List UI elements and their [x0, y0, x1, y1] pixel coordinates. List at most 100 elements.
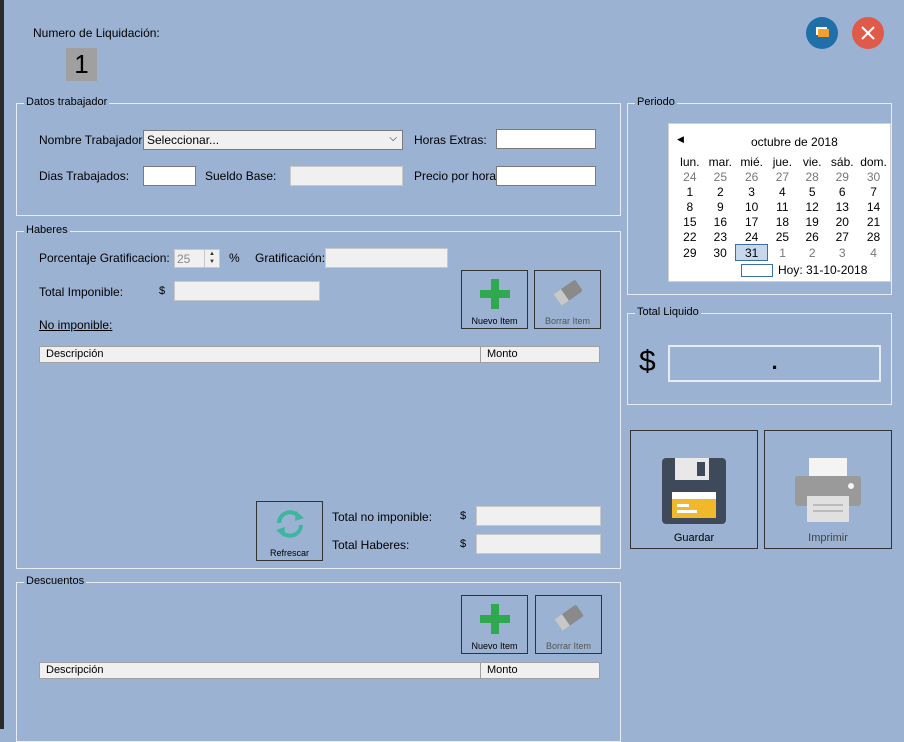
- currency-sign: $: [460, 538, 467, 550]
- calendar-day[interactable]: 15: [675, 214, 705, 229]
- sueldo-base-input[interactable]: [290, 166, 403, 186]
- month-calendar[interactable]: ◀ octubre de 2018 lun. mar. mié. jue. vi…: [668, 123, 891, 282]
- calendar-grid: lun. mar. mié. jue. vie. sáb. dom. 24 25…: [675, 154, 890, 261]
- today-marker: [741, 264, 773, 277]
- col-descripcion[interactable]: Descripción: [46, 348, 103, 360]
- calendar-day-selected[interactable]: 31: [735, 244, 768, 261]
- horas-extras-input[interactable]: [496, 129, 596, 149]
- calendar-day[interactable]: 11: [767, 199, 797, 214]
- refrescar-button[interactable]: Refrescar: [256, 501, 323, 561]
- chevron-down-icon: ⌵: [389, 133, 397, 144]
- calendar-day[interactable]: 27: [827, 229, 858, 245]
- calendar-day[interactable]: 19: [797, 214, 827, 229]
- calendar-day[interactable]: 30: [858, 169, 890, 184]
- haberes-title: Haberes: [24, 224, 70, 236]
- calendar-day[interactable]: 6: [827, 184, 858, 199]
- periodo-title: Periodo: [635, 96, 677, 108]
- guardar-button[interactable]: Guardar: [630, 430, 758, 549]
- calendar-day[interactable]: 17: [736, 214, 767, 229]
- no-imponible-link[interactable]: No imponible:: [39, 318, 112, 332]
- calendar-day[interactable]: 23: [705, 229, 736, 245]
- col-descripcion[interactable]: Descripción: [46, 664, 103, 676]
- col-monto[interactable]: Monto: [480, 347, 518, 362]
- total-no-imponible-label: Total no imponible:: [332, 510, 433, 524]
- calendar-day[interactable]: 24: [736, 229, 767, 245]
- total-liquido-value: .: [668, 345, 881, 382]
- calendar-day[interactable]: 30: [705, 245, 736, 261]
- plus-icon: [479, 279, 510, 309]
- eraser-icon: [554, 605, 583, 631]
- nombre-trabajador-label: Nombre Trabajador:: [39, 133, 146, 147]
- imprimir-button[interactable]: Imprimir: [764, 430, 892, 549]
- calendar-day[interactable]: 25: [705, 169, 736, 184]
- calendar-day[interactable]: 2: [797, 245, 827, 261]
- nuevo-item-label: Nuevo Item: [471, 641, 518, 651]
- descuentos-grid-header: Descripción Monto: [39, 662, 600, 679]
- calendar-day[interactable]: 5: [797, 184, 827, 199]
- porcentaje-stepper[interactable]: 25 ▲ ▼: [174, 249, 220, 268]
- prev-month-icon[interactable]: ◀: [677, 134, 684, 145]
- close-button[interactable]: [852, 17, 884, 49]
- calendar-day[interactable]: 14: [858, 199, 890, 214]
- calendar-day[interactable]: 4: [767, 184, 797, 199]
- stepper-arrows-icon[interactable]: ▲ ▼: [204, 250, 219, 267]
- total-imponible-label: Total Imponible:: [39, 285, 124, 299]
- weekday: mar.: [708, 154, 732, 169]
- descuentos-borrar-item-button[interactable]: Borrar Item: [535, 595, 602, 654]
- calendar-day[interactable]: 3: [827, 245, 858, 261]
- weekday: sáb.: [830, 154, 854, 169]
- calendar-day[interactable]: 3: [736, 184, 767, 199]
- weekday: vie.: [802, 154, 822, 169]
- calendar-day[interactable]: 18: [767, 214, 797, 229]
- precio-hora-input[interactable]: [496, 166, 596, 186]
- precio-hora-label: Precio por hora:: [414, 169, 500, 183]
- gratificacion-input[interactable]: [325, 248, 448, 268]
- borrar-item-label: Borrar Item: [545, 641, 591, 651]
- calendar-day[interactable]: 9: [705, 199, 736, 214]
- calendar-day[interactable]: 26: [736, 169, 767, 184]
- calendar-day[interactable]: 27: [767, 169, 797, 184]
- calendar-day[interactable]: 29: [675, 245, 705, 261]
- calendar-day[interactable]: 22: [675, 229, 705, 245]
- descuentos-nuevo-item-button[interactable]: Nuevo Item: [461, 595, 528, 654]
- nombre-trabajador-select[interactable]: Seleccionar... ⌵: [143, 130, 403, 150]
- calendar-day[interactable]: 29: [827, 169, 858, 184]
- calendar-day[interactable]: 10: [736, 199, 767, 214]
- nuevo-item-label: Nuevo Item: [471, 316, 518, 326]
- total-no-imponible-input[interactable]: [476, 506, 601, 526]
- total-imponible-input[interactable]: [174, 281, 320, 301]
- calendar-day[interactable]: 1: [767, 245, 797, 261]
- calendar-day[interactable]: 28: [797, 169, 827, 184]
- calendar-day[interactable]: 12: [797, 199, 827, 214]
- calendar-day[interactable]: 8: [675, 199, 705, 214]
- liquidacion-label: Numero de Liquidación:: [33, 26, 160, 40]
- calendar-day[interactable]: 13: [827, 199, 858, 214]
- dias-trabajados-input[interactable]: [143, 166, 196, 186]
- today-link[interactable]: Hoy: 31-10-2018: [778, 263, 867, 277]
- calendar-day[interactable]: 21: [858, 214, 890, 229]
- calendar-day[interactable]: 24: [675, 169, 705, 184]
- weekday: lun.: [680, 154, 700, 169]
- nombre-trabajador-value: Seleccionar...: [147, 133, 220, 147]
- porcentaje-value: 25: [177, 252, 191, 266]
- calendar-day[interactable]: 7: [858, 184, 890, 199]
- haberes-borrar-item-button[interactable]: Borrar Item: [534, 270, 601, 329]
- total-haberes-input[interactable]: [476, 534, 601, 554]
- calendar-day[interactable]: 2: [705, 184, 736, 199]
- col-monto[interactable]: Monto: [480, 663, 518, 678]
- minimize-button[interactable]: [806, 17, 838, 49]
- calendar-day[interactable]: 1: [675, 184, 705, 199]
- calendar-day[interactable]: 26: [797, 229, 827, 245]
- calendar-day[interactable]: 4: [858, 245, 890, 261]
- weekday: dom.: [860, 154, 887, 169]
- calendar-day[interactable]: 20: [827, 214, 858, 229]
- dias-trabajados-label: Dias Trabajados:: [39, 169, 130, 183]
- calendar-day[interactable]: 16: [705, 214, 736, 229]
- calendar-day[interactable]: 28: [858, 229, 890, 245]
- currency-sign: $: [460, 510, 467, 522]
- sueldo-base-label: Sueldo Base:: [205, 169, 277, 183]
- haberes-nuevo-item-button[interactable]: Nuevo Item: [461, 270, 528, 329]
- datos-trabajador-group: Datos trabajador: [16, 96, 621, 216]
- total-haberes-label: Total Haberes:: [332, 538, 410, 552]
- calendar-day[interactable]: 25: [767, 229, 797, 245]
